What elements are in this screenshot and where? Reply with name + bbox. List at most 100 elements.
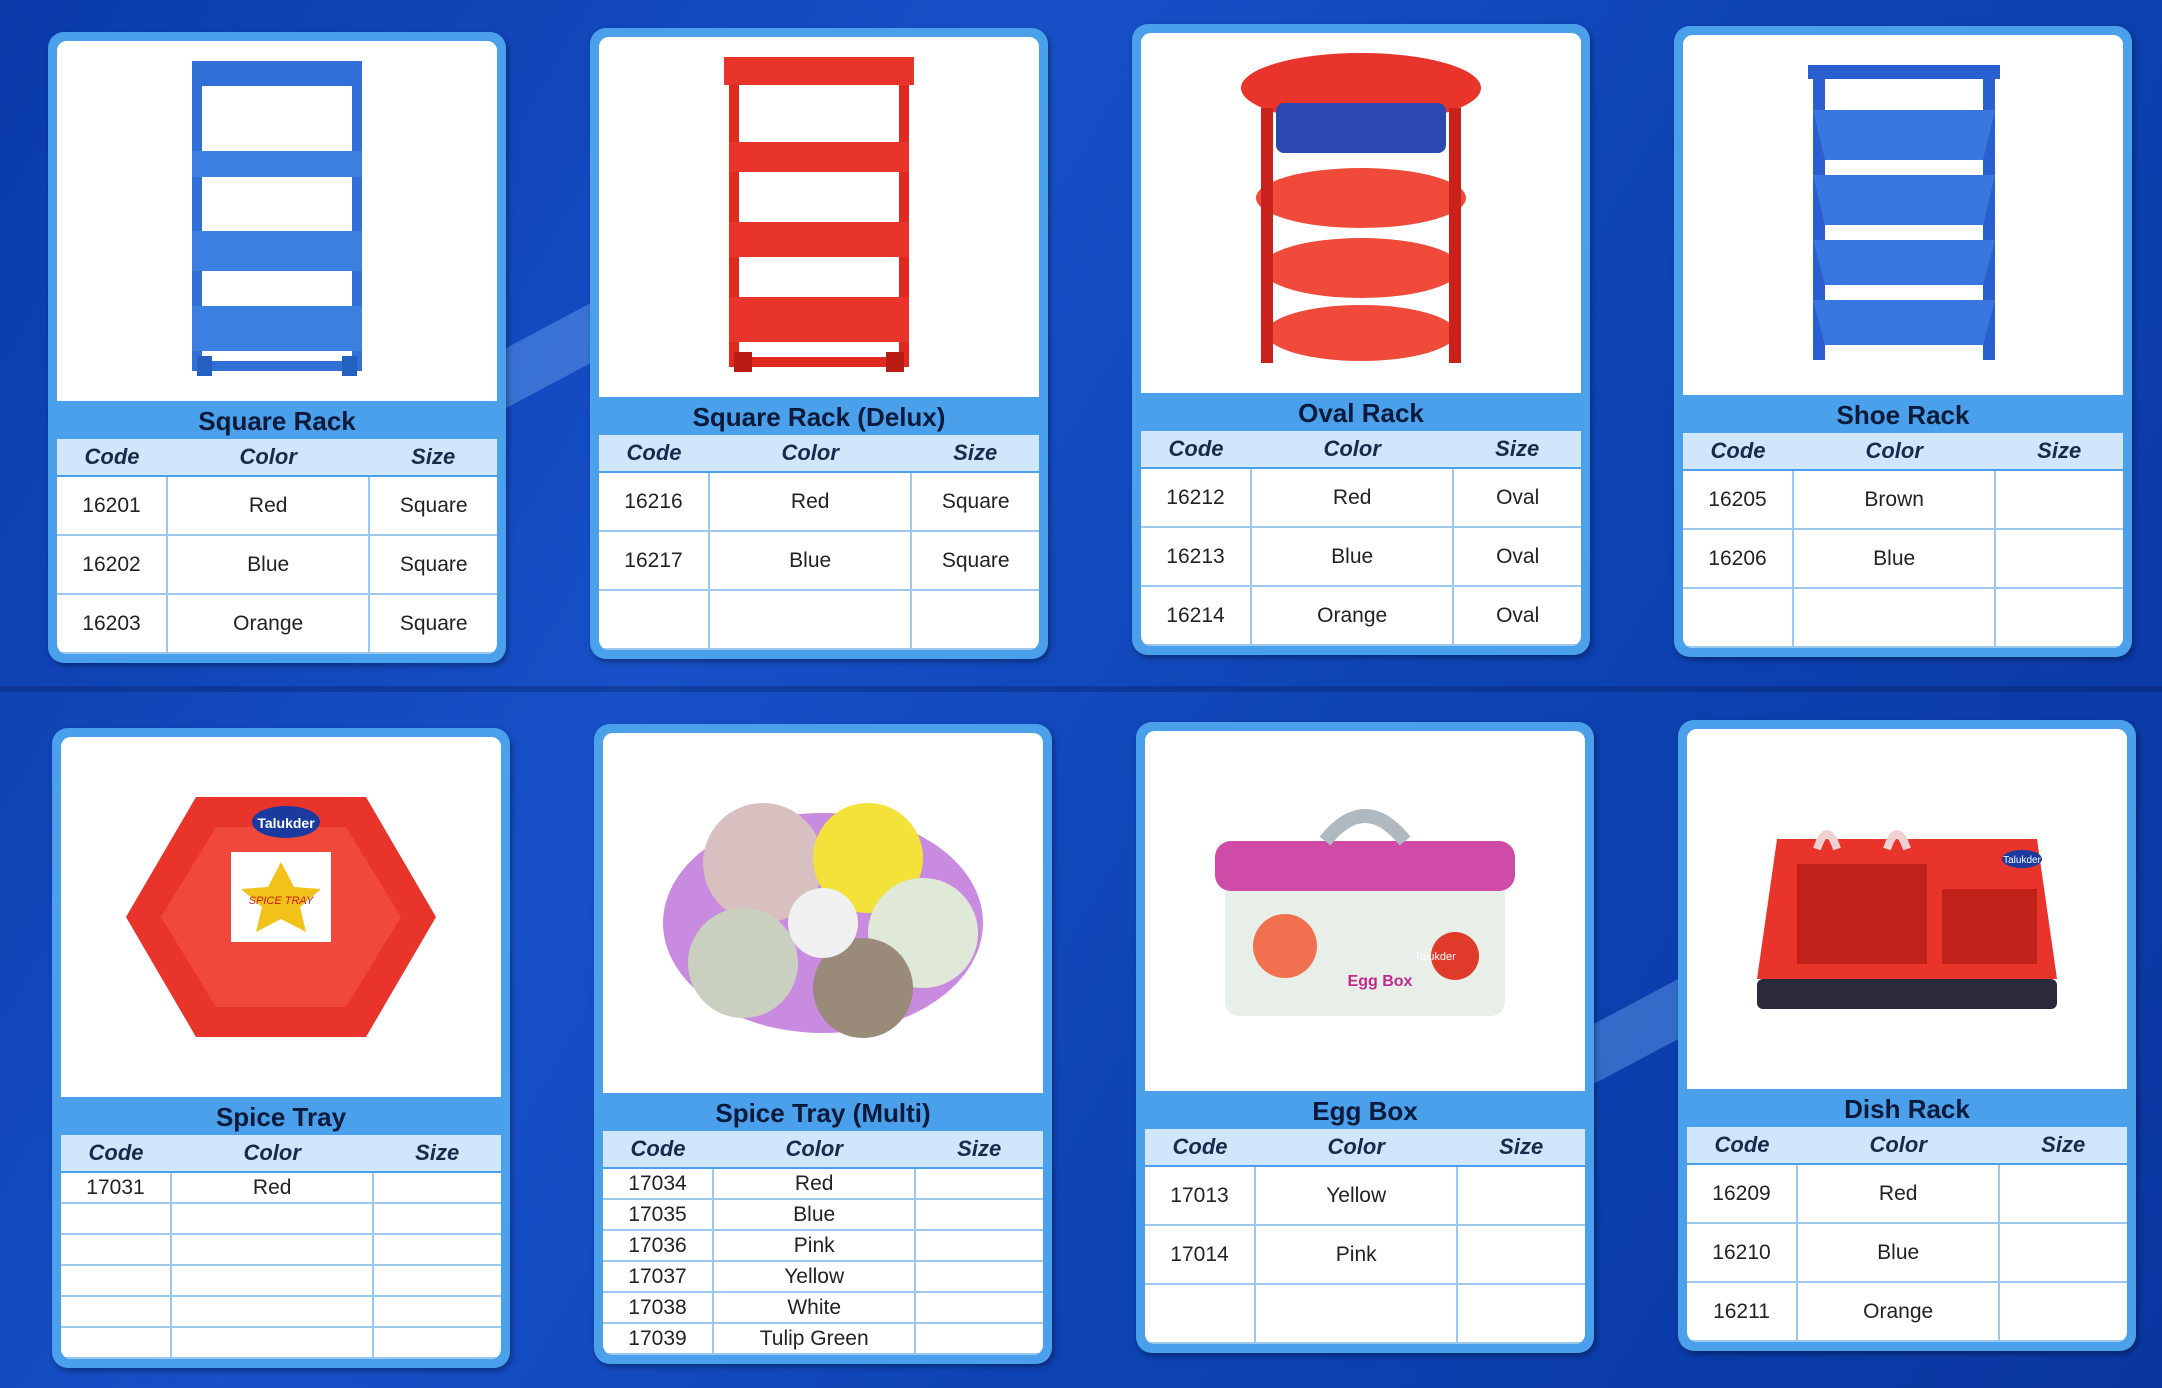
table-row bbox=[61, 1234, 501, 1266]
cell-code: 16210 bbox=[1687, 1223, 1798, 1283]
product-title: Square Rack (Delux) bbox=[599, 397, 1039, 435]
table-row: 16211 Orange bbox=[1687, 1282, 2127, 1342]
cell-color: Brown bbox=[1793, 470, 1997, 530]
cell-size bbox=[373, 1234, 501, 1266]
product-card-egg-box: Talukder Egg Box Egg Box Code Color Size… bbox=[1136, 722, 1594, 1353]
product-title: Square Rack bbox=[57, 401, 497, 439]
cell-code: 16212 bbox=[1141, 468, 1252, 528]
cell-color: Tulip Green bbox=[713, 1323, 917, 1355]
col-header-color: Color bbox=[1793, 433, 1996, 471]
cell-color bbox=[171, 1265, 375, 1297]
cell-code: 16201 bbox=[57, 476, 168, 536]
product-title: Spice Tray (Multi) bbox=[603, 1093, 1043, 1131]
table-row: 16202 Blue Square bbox=[57, 535, 497, 595]
col-header-size: Size bbox=[1453, 431, 1581, 469]
cell-code bbox=[61, 1203, 172, 1235]
cell-color: Red bbox=[1797, 1164, 2001, 1224]
col-header-size: Size bbox=[915, 1131, 1043, 1169]
cell-code: 17038 bbox=[603, 1292, 714, 1324]
cell-color bbox=[171, 1203, 375, 1235]
cell-size bbox=[373, 1203, 501, 1235]
cell-code: 16209 bbox=[1687, 1164, 1798, 1224]
cell-size bbox=[1999, 1282, 2127, 1342]
table-row: 16209 Red bbox=[1687, 1164, 2127, 1224]
square-rack-image bbox=[57, 41, 497, 401]
product-card-square-rack-delux: Square Rack (Delux) Code Color Size 1621… bbox=[590, 28, 1048, 659]
table-row: 16213 Blue Oval bbox=[1141, 527, 1581, 587]
table-row bbox=[1145, 1284, 1585, 1344]
shoe-rack-image bbox=[1683, 35, 2123, 395]
cell-size bbox=[1457, 1225, 1585, 1285]
cell-color: Blue bbox=[1251, 527, 1455, 587]
cell-code: 16216 bbox=[599, 472, 710, 532]
cell-color: Blue bbox=[167, 535, 371, 595]
cell-code: 17037 bbox=[603, 1261, 714, 1293]
spice-tray-image: Talukder SPICE TRAY bbox=[61, 737, 501, 1097]
col-header-size: Size bbox=[373, 1135, 501, 1173]
cell-size bbox=[373, 1296, 501, 1328]
col-header-color: Color bbox=[171, 1135, 374, 1173]
cell-code: 16211 bbox=[1687, 1282, 1798, 1342]
col-header-color: Color bbox=[709, 435, 912, 473]
cell-size bbox=[373, 1265, 501, 1297]
col-header-code: Code bbox=[1687, 1127, 1797, 1165]
product-table: Code Color Size 16205 Brown 16206 Blue bbox=[1683, 433, 2123, 648]
cell-code: 17034 bbox=[603, 1168, 714, 1200]
cell-size bbox=[911, 590, 1039, 650]
table-row: 16206 Blue bbox=[1683, 529, 2123, 589]
cell-code: 16202 bbox=[57, 535, 168, 595]
cell-size bbox=[373, 1327, 501, 1359]
product-title: Oval Rack bbox=[1141, 393, 1581, 431]
cell-size bbox=[1995, 588, 2123, 648]
cell-color: Blue bbox=[1797, 1223, 2001, 1283]
product-title: Dish Rack bbox=[1687, 1089, 2127, 1127]
col-header-color: Color bbox=[167, 439, 370, 477]
cell-code bbox=[61, 1296, 172, 1328]
table-row: 17037 Yellow bbox=[603, 1261, 1043, 1293]
cell-code bbox=[61, 1327, 172, 1359]
cell-size: Square bbox=[369, 535, 497, 595]
cell-color: Yellow bbox=[1255, 1166, 1459, 1226]
product-card-dish-rack: Talukder Dish Rack Code Color Size 16209… bbox=[1678, 720, 2136, 1351]
cell-code bbox=[1145, 1284, 1256, 1344]
col-header-code: Code bbox=[1683, 433, 1793, 471]
cell-size: Oval bbox=[1453, 527, 1581, 587]
cell-code bbox=[599, 590, 710, 650]
cell-size bbox=[915, 1199, 1043, 1231]
col-header-size: Size bbox=[1457, 1129, 1585, 1167]
cell-color: Orange bbox=[1797, 1282, 2001, 1342]
table-row: 17013 Yellow bbox=[1145, 1166, 1585, 1226]
product-card-spice-tray: Talukder SPICE TRAY Spice Tray Code Colo… bbox=[52, 728, 510, 1368]
product-table: Code Color Size 16201 Red Square 16202 B… bbox=[57, 439, 497, 654]
table-row bbox=[61, 1327, 501, 1359]
cell-code bbox=[61, 1265, 172, 1297]
table-row: 16210 Blue bbox=[1687, 1223, 2127, 1283]
table-row: 16201 Red Square bbox=[57, 476, 497, 536]
cell-size: Oval bbox=[1453, 586, 1581, 646]
table-row: 17036 Pink bbox=[603, 1230, 1043, 1262]
brand-logo-text: Talukder bbox=[1414, 951, 1456, 963]
cell-size: Oval bbox=[1453, 468, 1581, 528]
cell-color: Orange bbox=[167, 594, 371, 654]
cell-color: Pink bbox=[713, 1230, 917, 1262]
cell-color: Blue bbox=[713, 1199, 917, 1231]
cell-size: Square bbox=[911, 531, 1039, 591]
cell-color: White bbox=[713, 1292, 917, 1324]
cell-code: 17031 bbox=[61, 1172, 172, 1204]
square-rack-delux-image bbox=[599, 37, 1039, 397]
col-header-color: Color bbox=[713, 1131, 916, 1169]
table-row: 17038 White bbox=[603, 1292, 1043, 1324]
cell-code: 17013 bbox=[1145, 1166, 1256, 1226]
cell-code: 17035 bbox=[603, 1199, 714, 1231]
dish-rack-image: Talukder bbox=[1687, 729, 2127, 1089]
cell-color bbox=[171, 1327, 375, 1359]
product-card-square-rack: Square Rack Code Color Size 16201 Red Sq… bbox=[48, 32, 506, 663]
col-header-code: Code bbox=[599, 435, 709, 473]
product-table: Code Color Size 17034 Red 17035 Blue 170… bbox=[603, 1131, 1043, 1355]
cell-color bbox=[709, 590, 913, 650]
col-header-color: Color bbox=[1251, 431, 1454, 469]
cell-color: Yellow bbox=[713, 1261, 917, 1293]
product-card-shoe-rack: Shoe Rack Code Color Size 16205 Brown 16… bbox=[1674, 26, 2132, 657]
cell-color: Red bbox=[171, 1172, 375, 1204]
product-table: Code Color Size 17013 Yellow 17014 Pink bbox=[1145, 1129, 1585, 1344]
